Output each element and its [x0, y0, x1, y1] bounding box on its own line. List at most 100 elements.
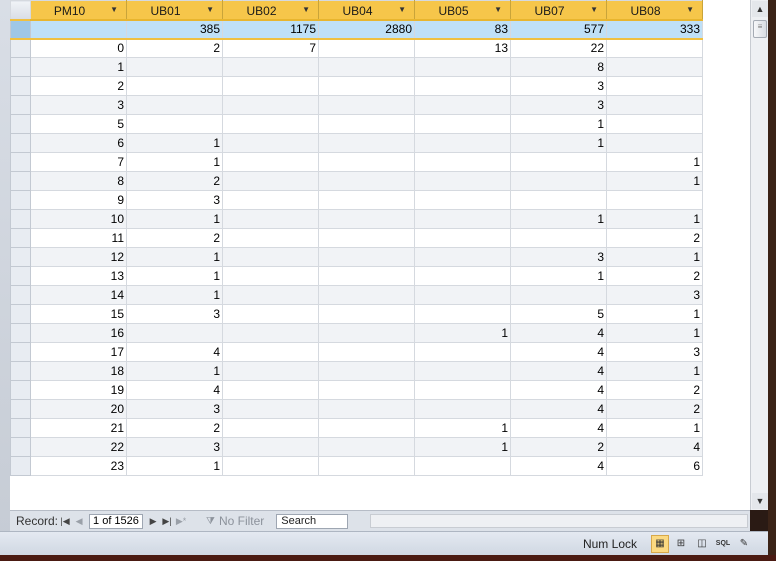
search-input[interactable]: Search — [276, 513, 349, 529]
record-selector[interactable] — [10, 171, 31, 191]
cell-ub05[interactable] — [414, 399, 511, 419]
cell-ub01[interactable]: 1 — [126, 361, 223, 381]
cell-ub02[interactable] — [222, 209, 319, 229]
cell-pm10[interactable]: 9 — [30, 190, 127, 210]
vertical-scrollbar[interactable]: ▲ ≡ ▼ — [750, 0, 769, 510]
cell-ub07[interactable]: 1 — [510, 133, 607, 153]
column-header-pm10[interactable]: PM10 ▼ — [30, 0, 127, 21]
table-row[interactable]: 21 2 1 4 1 — [10, 418, 703, 438]
cell-ub07[interactable]: 4 — [510, 456, 607, 476]
cell-ub02[interactable] — [222, 76, 319, 96]
cell-ub08[interactable]: 1 — [606, 152, 703, 172]
column-header-ub08[interactable]: UB08 ▼ — [606, 0, 703, 21]
table-row[interactable]: 33 — [10, 95, 703, 115]
cell-ub05[interactable] — [414, 228, 511, 248]
cell-ub08[interactable]: 2 — [606, 380, 703, 400]
table-row[interactable]: 93 — [10, 190, 703, 210]
cell-ub04[interactable]: 2880 — [318, 18, 415, 40]
cell-ub05[interactable] — [414, 361, 511, 381]
cell-ub07[interactable] — [510, 285, 607, 305]
cell-ub05[interactable] — [414, 456, 511, 476]
cell-ub04[interactable] — [318, 323, 415, 343]
record-selector[interactable] — [10, 76, 31, 96]
dropdown-arrow-icon[interactable]: ▼ — [494, 5, 502, 14]
cell-ub07[interactable]: 4 — [510, 380, 607, 400]
cell-ub01[interactable]: 2 — [126, 38, 223, 58]
cell-ub01[interactable]: 3 — [126, 437, 223, 457]
cell-ub05[interactable] — [414, 114, 511, 134]
cell-ub01[interactable]: 1 — [126, 209, 223, 229]
previous-record-icon[interactable]: ◀ — [72, 516, 86, 527]
cell-ub08[interactable]: 1 — [606, 361, 703, 381]
cell-ub04[interactable] — [318, 399, 415, 419]
dropdown-arrow-icon[interactable]: ▼ — [398, 5, 406, 14]
cell-pm10[interactable]: 3 — [30, 95, 127, 115]
next-record-icon[interactable]: ▶ — [146, 516, 160, 527]
cell-ub08[interactable]: 2 — [606, 399, 703, 419]
table-row[interactable]: 23 1 4 6 — [10, 456, 703, 476]
cell-ub04[interactable] — [318, 209, 415, 229]
record-selector[interactable] — [10, 418, 31, 438]
cell-ub01[interactable]: 1 — [126, 133, 223, 153]
cell-ub07[interactable]: 2 — [510, 437, 607, 457]
pivottable-view-icon[interactable]: ⊞ — [672, 535, 690, 553]
cell-ub07[interactable]: 22 — [510, 38, 607, 58]
horizontal-scrollbar[interactable] — [370, 514, 748, 528]
cell-ub04[interactable] — [318, 285, 415, 305]
design-view-icon[interactable]: ✎ — [735, 535, 753, 553]
cell-ub01[interactable]: 1 — [126, 456, 223, 476]
cell-ub07[interactable] — [510, 171, 607, 191]
record-selector[interactable] — [10, 133, 31, 153]
cell-ub07[interactable] — [510, 228, 607, 248]
cell-pm10[interactable] — [30, 18, 127, 40]
cell-ub02[interactable] — [222, 342, 319, 362]
cell-ub07[interactable]: 4 — [510, 361, 607, 381]
cell-pm10[interactable]: 20 — [30, 399, 127, 419]
cell-ub05[interactable] — [414, 57, 511, 77]
cell-ub07[interactable]: 4 — [510, 323, 607, 343]
cell-ub04[interactable] — [318, 38, 415, 58]
cell-ub08[interactable] — [606, 114, 703, 134]
table-row[interactable]: 20 3 4 2 — [10, 399, 703, 419]
no-filter-button[interactable]: ⧩ No Filter — [206, 514, 264, 528]
pivotchart-view-icon[interactable]: ◫ — [693, 535, 711, 553]
last-record-icon[interactable]: ▶| — [160, 516, 174, 527]
cell-ub08[interactable]: 3 — [606, 285, 703, 305]
cell-ub04[interactable] — [318, 418, 415, 438]
column-header-ub07[interactable]: UB07 ▼ — [510, 0, 607, 21]
cell-ub08[interactable]: 4 — [606, 437, 703, 457]
cell-ub04[interactable] — [318, 380, 415, 400]
first-record-icon[interactable]: |◀ — [58, 516, 72, 527]
cell-ub08[interactable]: 2 — [606, 228, 703, 248]
cell-ub02[interactable] — [222, 171, 319, 191]
cell-pm10[interactable]: 19 — [30, 380, 127, 400]
cell-ub02[interactable] — [222, 190, 319, 210]
cell-ub02[interactable] — [222, 361, 319, 381]
record-selector[interactable] — [10, 152, 31, 172]
cell-ub01[interactable]: 4 — [126, 380, 223, 400]
cell-ub02[interactable] — [222, 266, 319, 286]
cell-ub01[interactable]: 1 — [126, 285, 223, 305]
dropdown-arrow-icon[interactable]: ▼ — [686, 5, 694, 14]
table-row[interactable]: 611 — [10, 133, 703, 153]
cell-ub04[interactable] — [318, 247, 415, 267]
record-selector[interactable] — [10, 304, 31, 324]
scroll-down-icon[interactable]: ▼ — [752, 493, 768, 509]
record-selector[interactable] — [10, 380, 31, 400]
cell-ub05[interactable]: 1 — [414, 418, 511, 438]
cell-ub08[interactable]: 2 — [606, 266, 703, 286]
cell-ub04[interactable] — [318, 266, 415, 286]
cell-pm10[interactable]: 22 — [30, 437, 127, 457]
cell-pm10[interactable]: 14 — [30, 285, 127, 305]
cell-ub05[interactable]: 13 — [414, 38, 511, 58]
cell-ub04[interactable] — [318, 190, 415, 210]
table-row[interactable]: 16 1 4 1 — [10, 323, 703, 343]
cell-ub08[interactable]: 6 — [606, 456, 703, 476]
table-row[interactable]: 15 3 5 1 — [10, 304, 703, 324]
cell-ub02[interactable] — [222, 323, 319, 343]
cell-ub01[interactable]: 3 — [126, 399, 223, 419]
cell-ub07[interactable]: 1 — [510, 114, 607, 134]
cell-ub07[interactable]: 3 — [510, 76, 607, 96]
cell-pm10[interactable]: 1 — [30, 57, 127, 77]
cell-ub08[interactable]: 1 — [606, 209, 703, 229]
